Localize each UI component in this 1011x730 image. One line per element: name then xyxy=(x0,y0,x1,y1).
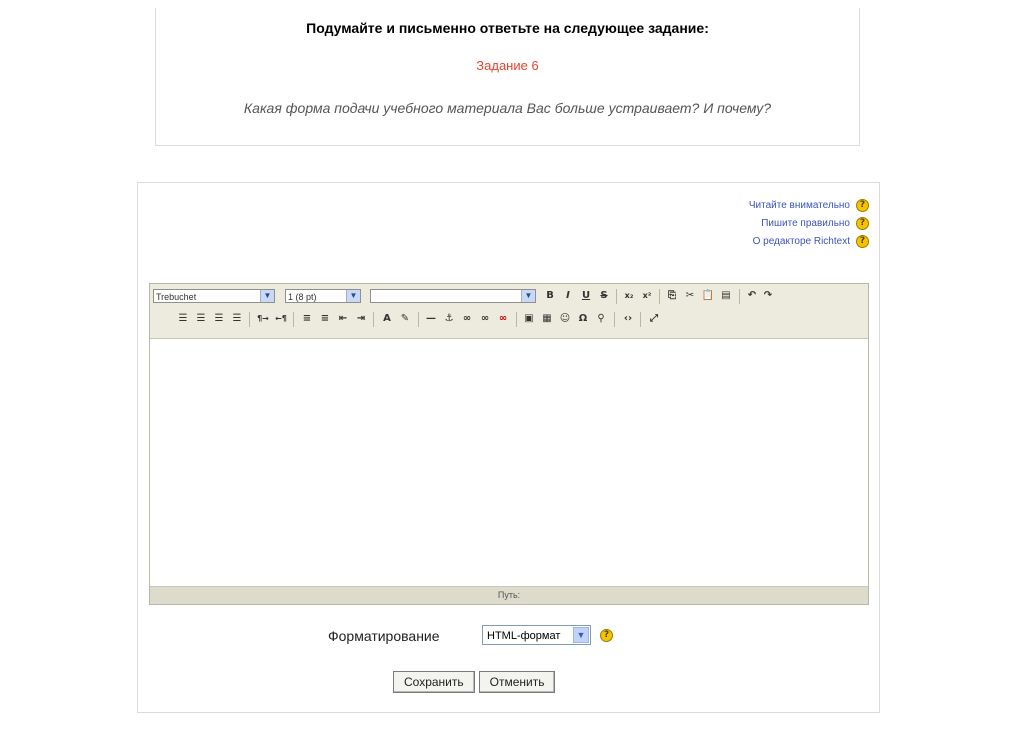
help-link-row: Читайте внимательно ? xyxy=(749,196,869,214)
unlink-icon[interactable]: ∞ xyxy=(478,312,492,326)
editor-path-bar: Путь: xyxy=(150,586,868,604)
toolbar-separator xyxy=(516,312,517,327)
indent-icon[interactable]: ⇥ xyxy=(354,312,368,326)
paste-word-icon[interactable]: ▤ xyxy=(719,289,733,303)
align-right-icon[interactable]: ☰ xyxy=(212,312,226,326)
task-label: Задание 6 xyxy=(476,58,539,73)
toolbar-separator xyxy=(640,312,641,327)
unordered-list-icon[interactable]: ≡ xyxy=(318,312,332,326)
help-link-row: О редакторе Richtext ? xyxy=(749,232,869,250)
anchor-icon[interactable]: ⚓ xyxy=(442,312,456,326)
image-icon[interactable]: ▣ xyxy=(522,312,536,326)
richtext-editor: Trebuchet ▼ 1 (8 pt) ▼ ▼ B I U S x₂ x² ⎘… xyxy=(149,283,869,605)
help-link-read-carefully[interactable]: Читайте внимательно xyxy=(749,200,850,211)
align-justify-icon[interactable]: ☰ xyxy=(230,312,244,326)
help-icon[interactable]: ? xyxy=(856,216,869,230)
font-family-value: Trebuchet xyxy=(156,292,197,302)
toolbar-separator xyxy=(373,312,374,327)
text-color-icon[interactable]: A xyxy=(380,312,394,326)
smiley-icon[interactable]: ☺ xyxy=(558,312,572,326)
chevron-down-icon: ▼ xyxy=(346,290,360,302)
special-char-icon[interactable]: Ω xyxy=(576,312,590,326)
horizontal-rule-icon[interactable]: — xyxy=(424,312,438,326)
help-link-richtext-editor[interactable]: О редакторе Richtext xyxy=(753,236,850,247)
fullscreen-icon[interactable]: ⤢ xyxy=(647,312,661,326)
search-replace-icon[interactable]: ⚲ xyxy=(594,312,608,326)
paste-icon[interactable]: 📋 xyxy=(701,289,715,303)
help-link-row: Пишите правильно ? xyxy=(749,214,869,232)
toolbar-separator xyxy=(616,289,617,304)
help-icon[interactable]: ? xyxy=(856,198,869,212)
toolbar-separator xyxy=(659,289,660,304)
question-box: Подумайте и письменно ответьте на следую… xyxy=(155,8,860,146)
paragraph-style-select[interactable]: ▼ xyxy=(370,289,536,303)
font-size-value: 1 (8 pt) xyxy=(288,292,317,302)
cancel-button[interactable]: Отменить xyxy=(478,671,556,693)
subscript-icon[interactable]: x₂ xyxy=(622,289,636,303)
align-center-icon[interactable]: ☰ xyxy=(194,312,208,326)
question-text: Какая форма подачи учебного материала Ва… xyxy=(243,100,772,116)
toolbar-separator xyxy=(249,312,250,327)
cropped-top-text: ​ xyxy=(0,0,1011,8)
link-icon[interactable]: ∞ xyxy=(460,312,474,326)
italic-icon[interactable]: I xyxy=(561,289,575,303)
help-link-write-correctly[interactable]: Пишите правильно xyxy=(761,218,850,229)
font-size-select[interactable]: 1 (8 pt) ▼ xyxy=(285,289,361,303)
editor-toolbar: Trebuchet ▼ 1 (8 pt) ▼ ▼ B I U S x₂ x² ⎘… xyxy=(150,284,868,339)
editor-text-area[interactable] xyxy=(150,339,868,586)
answer-form: Читайте внимательно ? Пишите правильно ?… xyxy=(137,182,880,713)
format-label: Форматирование xyxy=(328,628,440,644)
rtl-icon[interactable]: ←¶ xyxy=(274,312,288,326)
outdent-icon[interactable]: ⇤ xyxy=(336,312,350,326)
ltr-icon[interactable]: ¶→ xyxy=(256,312,270,326)
cut-icon[interactable]: ✂ xyxy=(683,289,697,303)
format-row: Форматирование HTML-формат ▼ ? xyxy=(138,625,879,647)
chevron-down-icon: ▼ xyxy=(573,627,589,643)
copy-icon[interactable]: ⎘ xyxy=(665,289,679,303)
bold-icon[interactable]: B xyxy=(543,289,557,303)
chevron-down-icon: ▼ xyxy=(260,290,274,302)
strikethrough-icon[interactable]: S xyxy=(597,289,611,303)
undo-icon[interactable]: ↶ xyxy=(745,289,759,303)
form-buttons: Сохранить Отменить xyxy=(393,671,556,693)
help-icon[interactable]: ? xyxy=(600,629,613,642)
toolbar-separator xyxy=(418,312,419,327)
superscript-icon[interactable]: x² xyxy=(640,289,654,303)
background-color-icon[interactable]: ✎ xyxy=(398,312,412,326)
align-left-icon[interactable]: ☰ xyxy=(176,312,190,326)
help-links: Читайте внимательно ? Пишите правильно ?… xyxy=(749,196,869,250)
format-select-value: HTML-формат xyxy=(487,630,561,642)
redo-icon[interactable]: ↷ xyxy=(761,289,775,303)
chevron-down-icon: ▼ xyxy=(521,290,535,302)
save-button[interactable]: Сохранить xyxy=(393,671,475,693)
no-link-icon[interactable]: ∞ xyxy=(496,312,510,326)
format-select[interactable]: HTML-формат ▼ xyxy=(482,625,591,645)
table-icon[interactable]: ▦ xyxy=(540,312,554,326)
ordered-list-icon[interactable]: ≡ xyxy=(300,312,314,326)
question-heading: Подумайте и письменно ответьте на следую… xyxy=(306,20,709,36)
toolbar-separator xyxy=(614,312,615,327)
html-source-icon[interactable]: ‹› xyxy=(621,312,635,326)
font-family-select[interactable]: Trebuchet ▼ xyxy=(153,289,275,303)
toolbar-separator xyxy=(293,312,294,327)
underline-icon[interactable]: U xyxy=(579,289,593,303)
toolbar-separator xyxy=(739,289,740,304)
help-icon[interactable]: ? xyxy=(856,234,869,248)
